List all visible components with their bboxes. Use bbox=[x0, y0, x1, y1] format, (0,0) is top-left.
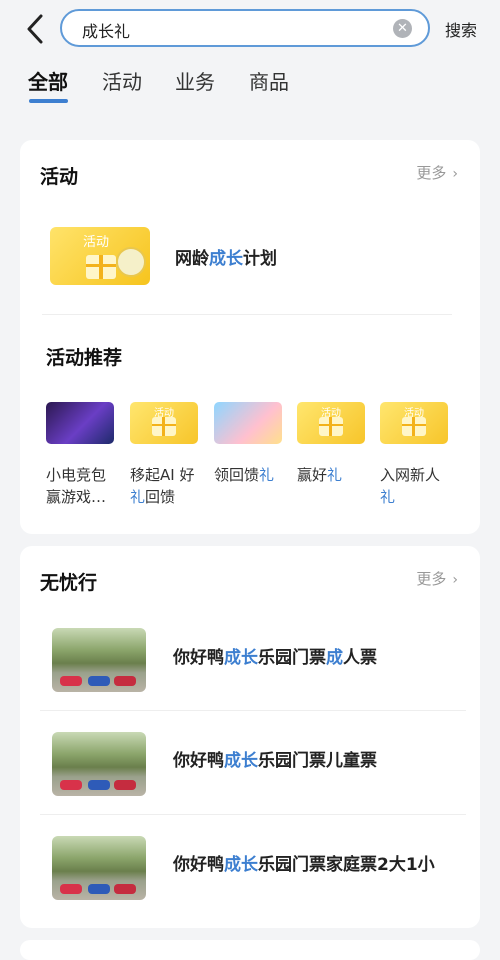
ticket-thumbnail[interactable] bbox=[52, 628, 146, 692]
ticket-title[interactable]: 你好鸭成长乐园门票儿童票 bbox=[173, 746, 377, 771]
tab-all[interactable]: 全部 bbox=[28, 66, 68, 95]
title-highlight: 成 bbox=[326, 648, 343, 668]
tab-bar: 全部 活动 业务 商品 bbox=[0, 66, 500, 106]
search-button[interactable]: 搜索 bbox=[445, 17, 477, 41]
title-highlight: 成长 bbox=[224, 648, 258, 668]
ticket-thumbnail[interactable] bbox=[52, 836, 146, 900]
more-link[interactable]: 更多 › bbox=[416, 568, 458, 589]
section-title: 无忧行 bbox=[40, 572, 98, 594]
recommend-title: 活动推荐 bbox=[46, 347, 123, 369]
title-text: 乐园门票家庭票2大1小 bbox=[258, 855, 435, 875]
chevron-right-icon: › bbox=[452, 572, 458, 588]
label-text: 领回馈 bbox=[214, 466, 260, 484]
recommend-thumbnail bbox=[46, 402, 114, 444]
ticket-title[interactable]: 你好鸭成长乐园门票成人票 bbox=[173, 643, 377, 668]
more-label: 更多 bbox=[416, 164, 447, 182]
divider bbox=[40, 814, 466, 815]
title-text: 人票 bbox=[343, 648, 377, 668]
recommend-item[interactable]: 活动 赢好礼 bbox=[297, 402, 365, 486]
search-box[interactable]: ✕ bbox=[60, 9, 430, 47]
gift-icon bbox=[319, 417, 343, 436]
kart-shape bbox=[60, 676, 82, 686]
top-bar: ✕ 搜索 bbox=[0, 0, 500, 60]
title-highlight: 成长 bbox=[224, 751, 258, 771]
kart-shape bbox=[114, 780, 136, 790]
kart-shape bbox=[88, 676, 110, 686]
more-link[interactable]: 更多 › bbox=[416, 162, 458, 183]
label-line: 赢游戏… bbox=[46, 488, 107, 506]
ticket-thumbnail[interactable] bbox=[52, 732, 146, 796]
clear-icon[interactable]: ✕ bbox=[393, 19, 412, 38]
tab-products[interactable]: 商品 bbox=[249, 66, 289, 95]
recommend-thumbnail: 活动 bbox=[380, 402, 448, 444]
activity-card: 活动 更多 › 活动 网龄成长计划 活动推荐 小电竞包 赢游戏… 活动 移起AI … bbox=[20, 140, 480, 534]
gift-icon bbox=[86, 255, 116, 279]
section-title: 活动 bbox=[40, 166, 79, 188]
recommend-label: 小电竞包 赢游戏… bbox=[46, 464, 120, 508]
recommend-label: 移起AI 好 礼回馈 bbox=[130, 464, 204, 508]
recommend-label: 赢好礼 bbox=[297, 464, 371, 486]
label-highlight: 礼 bbox=[380, 488, 396, 506]
label-line: 小电竞包 bbox=[46, 466, 107, 484]
label-text: 赢好 bbox=[297, 466, 328, 484]
label-highlight: 礼 bbox=[130, 488, 146, 506]
more-label: 更多 bbox=[416, 570, 447, 588]
travel-card: 无忧行 更多 › 你好鸭成长乐园门票成人票 你好鸭成长乐园门票儿童票 你好鸭成长乐… bbox=[20, 546, 480, 928]
tab-activity[interactable]: 活动 bbox=[102, 66, 142, 95]
divider bbox=[42, 314, 452, 315]
label-line: 移起AI 好 bbox=[130, 466, 195, 484]
search-input[interactable] bbox=[80, 17, 384, 43]
recommend-item[interactable]: 活动 入网新人 礼 bbox=[380, 402, 448, 508]
title-text: 网龄 bbox=[175, 249, 209, 269]
title-text: 你好鸭 bbox=[173, 648, 224, 668]
coin-icon bbox=[116, 247, 146, 277]
label-line: 入网新人 bbox=[380, 466, 441, 484]
activity-thumbnail[interactable]: 活动 bbox=[50, 227, 150, 285]
back-arrow-icon[interactable] bbox=[22, 12, 50, 46]
title-highlight: 成长 bbox=[224, 855, 258, 875]
chevron-right-icon: › bbox=[452, 166, 458, 182]
recommend-thumbnail: 活动 bbox=[130, 402, 198, 444]
recommend-thumbnail bbox=[214, 402, 282, 444]
kart-shape bbox=[60, 884, 82, 894]
label-highlight: 礼 bbox=[327, 466, 343, 484]
title-text: 你好鸭 bbox=[173, 855, 224, 875]
label-line: 赢好礼 bbox=[297, 464, 371, 486]
gift-icon bbox=[402, 417, 426, 436]
kart-shape bbox=[60, 780, 82, 790]
kart-shape bbox=[88, 780, 110, 790]
title-text: 你好鸭 bbox=[173, 751, 224, 771]
label-text: 回馈 bbox=[145, 488, 176, 506]
active-tab-indicator bbox=[29, 99, 68, 103]
gift-icon bbox=[152, 417, 176, 436]
activity-title[interactable]: 网龄成长计划 bbox=[175, 244, 277, 269]
recommend-item[interactable]: 领回馈礼 bbox=[214, 402, 282, 486]
recommend-item[interactable]: 小电竞包 赢游戏… bbox=[46, 402, 114, 508]
title-text: 乐园门票儿童票 bbox=[258, 751, 377, 771]
next-card bbox=[20, 940, 480, 960]
label-line: 领回馈礼 bbox=[214, 464, 288, 486]
label-line: 礼回馈 bbox=[130, 486, 204, 508]
kart-shape bbox=[88, 884, 110, 894]
divider bbox=[40, 710, 466, 711]
ticket-title[interactable]: 你好鸭成长乐园门票家庭票2大1小 bbox=[173, 850, 435, 875]
recommend-thumbnail: 活动 bbox=[297, 402, 365, 444]
label-highlight: 礼 bbox=[259, 466, 275, 484]
kart-shape bbox=[114, 884, 136, 894]
recommend-label: 领回馈礼 bbox=[214, 464, 288, 486]
tab-business[interactable]: 业务 bbox=[175, 66, 215, 95]
title-text: 乐园门票 bbox=[258, 648, 326, 668]
recommend-item[interactable]: 活动 移起AI 好 礼回馈 bbox=[130, 402, 198, 508]
title-text: 计划 bbox=[243, 249, 277, 269]
kart-shape bbox=[114, 676, 136, 686]
recommend-label: 入网新人 礼 bbox=[380, 464, 454, 508]
thumbnail-tag: 活动 bbox=[83, 235, 110, 250]
title-highlight: 成长 bbox=[209, 249, 243, 269]
